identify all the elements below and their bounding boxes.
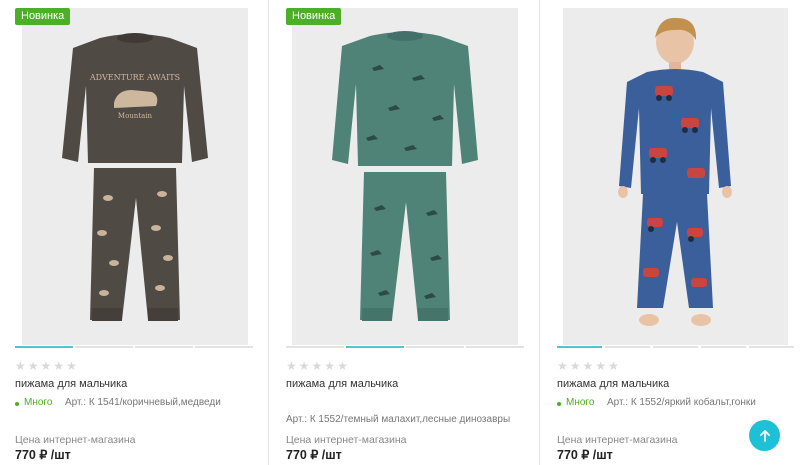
product-price: 770 ₽ /шт [15,448,71,462]
product-article: Арт.: К 1552/темный малахит,лесные диноз… [286,414,511,425]
product-image[interactable] [292,8,518,345]
product-price: 770 ₽ /шт [286,448,342,462]
product-article: Арт.: К 1541/коричневый,медведи [65,397,221,408]
image-slider-indicator[interactable] [15,346,253,348]
star-icon[interactable]: ★ [324,360,335,372]
rating-stars[interactable]: ★ ★ ★ ★ ★ [15,360,77,372]
star-icon[interactable]: ★ [608,360,619,372]
product-title[interactable]: пижама для мальчика [286,378,398,390]
product-image[interactable]: ADVENTURE AWAITS Mountain [22,8,248,345]
svg-text:ADVENTURE AWAITS: ADVENTURE AWAITS [89,73,180,82]
star-icon[interactable]: ★ [41,360,52,372]
pajama-brown-bears-icon: ADVENTURE AWAITS Mountain [22,8,248,345]
star-icon[interactable]: ★ [53,360,64,372]
product-card-3[interactable]: ★ ★ ★ ★ ★ пижама для мальчика Много Арт.… [540,0,800,465]
rating-stars[interactable]: ★ ★ ★ ★ ★ [557,360,619,372]
product-title[interactable]: пижама для мальчика [15,378,127,390]
stock-status: Много [24,397,53,408]
stock-dot-icon [557,402,561,406]
star-icon[interactable]: ★ [312,360,323,372]
stock-dot-icon [15,402,19,406]
price-label: Цена интернет-магазина [557,434,678,446]
scroll-to-top-button[interactable] [749,420,780,451]
price-label: Цена интернет-магазина [286,434,407,446]
product-card-1[interactable]: ADVENTURE AWAITS Mountain Новинка ★ ★ ★ … [0,0,268,465]
new-badge: Новинка [15,8,71,25]
star-icon[interactable]: ★ [28,360,39,372]
new-badge: Новинка [286,8,342,25]
stock-status: Много [566,397,595,408]
star-icon[interactable]: ★ [595,360,606,372]
product-price: 770 ₽ /шт [557,448,613,462]
product-image[interactable] [563,8,788,345]
star-icon[interactable]: ★ [337,360,348,372]
star-icon[interactable]: ★ [15,360,26,372]
image-slider-indicator[interactable] [557,346,794,348]
product-title[interactable]: пижама для мальчика [557,378,669,390]
star-icon[interactable]: ★ [583,360,594,372]
boy-in-blue-pajama-icon [563,8,788,345]
star-icon[interactable]: ★ [299,360,310,372]
image-slider-indicator[interactable] [286,346,524,348]
product-card-2[interactable]: Новинка ★ ★ ★ ★ ★ пижама для мальчика Ар… [269,0,539,465]
star-icon[interactable]: ★ [570,360,581,372]
arrow-up-icon [759,429,770,442]
star-icon[interactable]: ★ [66,360,77,372]
svg-text:Mountain: Mountain [118,112,153,120]
star-icon[interactable]: ★ [557,360,568,372]
star-icon[interactable]: ★ [286,360,297,372]
rating-stars[interactable]: ★ ★ ★ ★ ★ [286,360,348,372]
pajama-green-dinosaurs-icon [292,8,518,345]
product-article: Арт.: К 1552/яркий кобальт,гонки [607,397,756,408]
product-grid: ADVENTURE AWAITS Mountain Новинка ★ ★ ★ … [0,0,800,465]
price-label: Цена интернет-магазина [15,434,136,446]
